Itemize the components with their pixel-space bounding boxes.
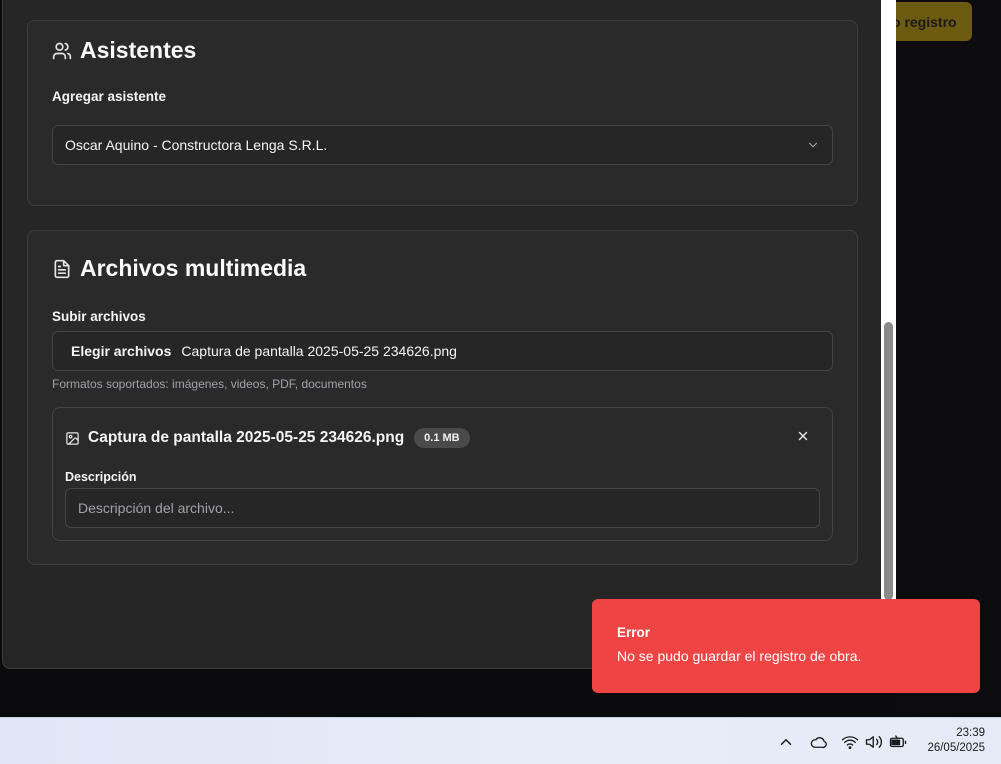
image-icon: [66, 431, 79, 445]
register-button-label: o registro: [892, 13, 957, 30]
taskbar-clock[interactable]: 23:39 26/05/2025: [927, 726, 985, 756]
media-title: Archivos multimedia: [52, 255, 306, 282]
description-placeholder: Descripción del archivo...: [78, 500, 235, 516]
attendees-title: Asistentes: [52, 37, 196, 64]
file-upload-input[interactable]: Elegir archivos Captura de pantalla 2025…: [52, 331, 833, 371]
attendees-card: Asistentes Agregar asistente Oscar Aquin…: [27, 20, 858, 206]
attendee-select[interactable]: Oscar Aquino - Constructora Lenga S.R.L.: [52, 125, 833, 165]
error-toast: Error No se pudo guardar el registro de …: [592, 599, 980, 693]
media-title-text: Archivos multimedia: [80, 255, 307, 281]
file-name: Captura de pantalla 2025-05-25 234626.pn…: [88, 429, 405, 446]
uploaded-file-item: Captura de pantalla 2025-05-25 234626.pn…: [52, 407, 833, 541]
clock-date: 26/05/2025: [927, 742, 985, 754]
chevron-down-icon: [808, 142, 818, 148]
chosen-file-name: Captura de pantalla 2025-05-25 234626.pn…: [181, 343, 457, 359]
clock-time: 23:39: [956, 727, 985, 739]
chevron-up-icon[interactable]: [777, 733, 795, 751]
toast-message: No se pudo guardar el registro de obra.: [617, 648, 862, 664]
file-text-icon: [54, 259, 70, 278]
battery-icon[interactable]: [889, 733, 907, 751]
add-attendee-label: Agregar asistente: [52, 89, 167, 104]
attendee-select-value: Oscar Aquino - Constructora Lenga S.R.L.: [65, 137, 328, 153]
users-icon: [52, 42, 72, 59]
description-label: Descripción: [65, 470, 137, 484]
file-header: Captura de pantalla 2025-05-25 234626.pn…: [65, 428, 470, 448]
scrollbar-thumb[interactable]: [884, 322, 893, 600]
toast-title: Error: [617, 625, 651, 640]
media-card: Archivos multimedia Subir archivos Elegi…: [27, 230, 858, 565]
wifi-icon[interactable]: [841, 733, 859, 751]
description-input[interactable]: Descripción del archivo...: [65, 488, 820, 528]
taskbar: 23:39 26/05/2025: [0, 717, 1001, 764]
dialog: Asistentes Agregar asistente Oscar Aquin…: [2, 0, 882, 669]
cloud-icon[interactable]: [809, 733, 827, 751]
formats-hint: Formatos soportados: imágenes, videos, P…: [52, 377, 367, 391]
volume-icon[interactable]: [865, 733, 883, 751]
choose-files-button[interactable]: Elegir archivos: [71, 343, 171, 359]
remove-file-close-icon[interactable]: [796, 429, 810, 443]
file-size-badge: 0.1 MB: [414, 428, 470, 448]
attendees-title-text: Asistentes: [80, 37, 197, 63]
upload-label: Subir archivos: [52, 309, 146, 324]
